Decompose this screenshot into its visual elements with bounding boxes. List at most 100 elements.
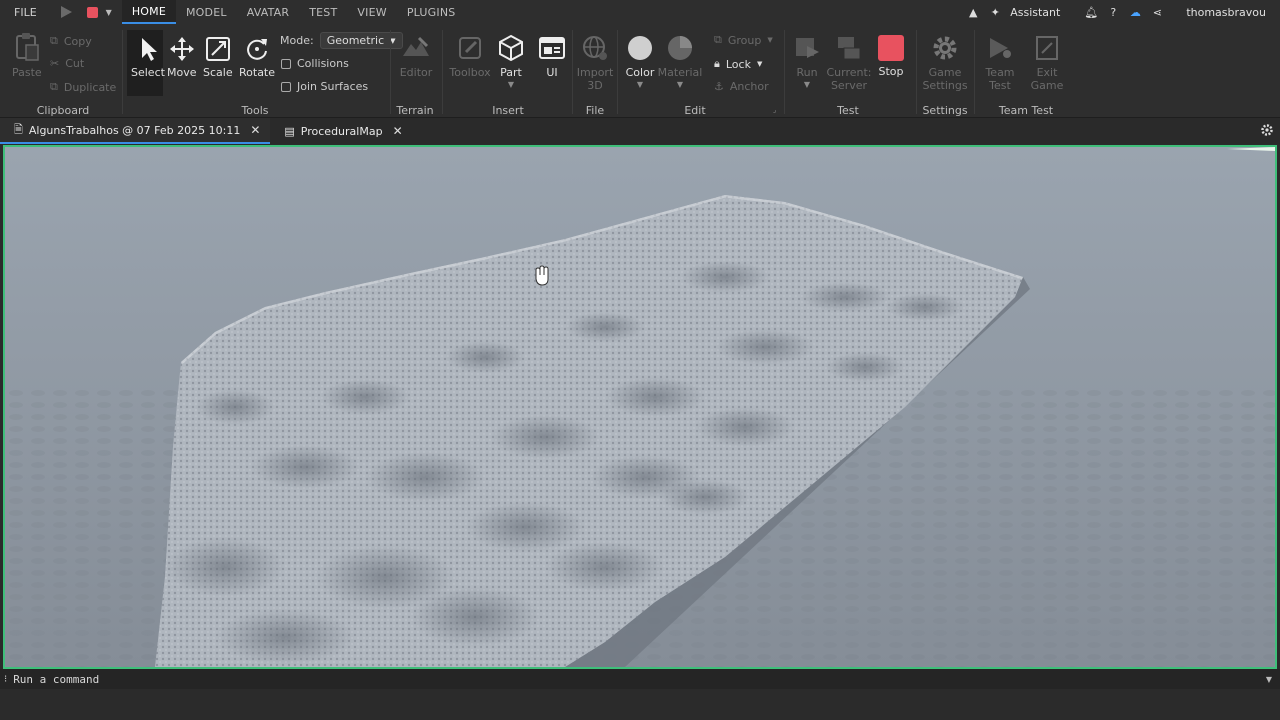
- copy-button[interactable]: ⧉ Copy: [50, 34, 92, 48]
- close-icon[interactable]: ✕: [393, 124, 403, 138]
- material-button[interactable]: Material ▼: [658, 34, 702, 89]
- part-button[interactable]: Part ▼: [496, 34, 526, 89]
- help-icon[interactable]: ?: [1106, 5, 1120, 19]
- settings-group-label: Settings: [922, 104, 968, 117]
- cloud-icon[interactable]: ☁: [1128, 5, 1142, 19]
- drag-handle-icon[interactable]: ⁝: [4, 674, 7, 685]
- assistant-button[interactable]: Assistant: [1010, 6, 1060, 19]
- import-label: Import: [576, 66, 614, 79]
- mode-row: Mode: Geometric ▼: [280, 32, 403, 49]
- ui-window-icon: [539, 37, 565, 59]
- stop-button[interactable]: Stop: [876, 34, 906, 78]
- notification-bell-icon[interactable]: 🔔︎: [1084, 5, 1098, 19]
- divider: [916, 30, 917, 114]
- chevron-down-icon: ▼: [756, 60, 763, 68]
- tab-home[interactable]: HOME: [121, 0, 176, 24]
- scale-tool-button[interactable]: Scale: [203, 36, 233, 79]
- command-bar[interactable]: ⁝ Run a command ▼: [0, 669, 1280, 689]
- gear-icon: [933, 36, 957, 60]
- game-exit-label: Game: [1030, 79, 1064, 92]
- doc-tab-label: AlgunsTrabalhos @ 07 Feb 2025 10:11: [28, 123, 241, 137]
- play-icon[interactable]: [59, 5, 73, 19]
- scale-label: Scale: [203, 66, 233, 79]
- import-3d-button[interactable]: Import 3D: [577, 34, 613, 92]
- chevron-down-icon[interactable]: ▼: [677, 80, 683, 89]
- chevron-down-icon[interactable]: ▼: [804, 80, 810, 89]
- stop-icon[interactable]: [86, 6, 98, 18]
- doc-tab-script[interactable]: ▤ ProceduralMap ✕: [270, 118, 412, 144]
- chevron-down-icon[interactable]: ▼: [106, 8, 112, 17]
- group-button[interactable]: ⧉ Group ▼: [714, 33, 773, 47]
- team-label: Team: [985, 66, 1015, 79]
- color-label: Color: [625, 66, 655, 79]
- close-icon[interactable]: ✕: [250, 123, 260, 137]
- rotate-icon: [247, 39, 267, 60]
- current-server-button[interactable]: Current: Server: [826, 34, 872, 92]
- move-tool-button[interactable]: Move: [167, 36, 197, 79]
- color-button[interactable]: Color ▼: [624, 34, 656, 89]
- lock-icon: 🔒︎: [714, 57, 720, 70]
- globe-import-icon: [583, 36, 607, 60]
- tab-plugins[interactable]: PLUGINS: [397, 0, 466, 24]
- game-settings-button[interactable]: Game Settings: [922, 34, 968, 92]
- sparkle-icon[interactable]: ✦: [988, 5, 1002, 19]
- stop-label: Stop: [878, 65, 904, 78]
- ribbon-toolbar: Paste ⧉ Copy ✂ Cut ⧉ Duplicate Clipboard Se…: [0, 24, 1280, 118]
- tab-model[interactable]: MODEL: [176, 0, 237, 24]
- clipboard-group-label: Clipboard: [36, 104, 90, 117]
- file-menu[interactable]: FILE: [0, 6, 51, 19]
- share-icon[interactable]: ⋖: [1150, 5, 1164, 19]
- tab-avatar[interactable]: AVATAR: [237, 0, 300, 24]
- chevron-up-icon[interactable]: ▲: [966, 5, 980, 19]
- divider: [442, 30, 443, 114]
- editor-label: Editor: [399, 66, 433, 79]
- document-tabs: 🗎︎ AlgunsTrabalhos @ 07 Feb 2025 10:11 ✕…: [0, 118, 1280, 144]
- terrain-group-label: Terrain: [396, 104, 434, 117]
- anchor-button[interactable]: ⚓︎ Anchor: [714, 80, 769, 93]
- chevron-down-icon[interactable]: ▼: [1266, 675, 1272, 684]
- tools-group-label: Tools: [241, 104, 269, 117]
- command-input[interactable]: Run a command: [13, 673, 99, 686]
- gear-icon[interactable]: [1260, 123, 1274, 137]
- import-3d-sub-label: 3D: [587, 79, 603, 92]
- duplicate-button[interactable]: ⧉ Duplicate: [50, 80, 116, 94]
- lock-button[interactable]: 🔒︎ Lock ▼: [714, 57, 762, 71]
- chevron-down-icon[interactable]: ▼: [508, 80, 514, 89]
- copy-label: Copy: [63, 34, 92, 48]
- collisions-toggle[interactable]: Collisions: [281, 57, 349, 70]
- divider: [572, 30, 573, 114]
- chevron-down-icon[interactable]: ▼: [637, 80, 643, 89]
- tab-test[interactable]: TEST: [299, 0, 347, 24]
- cut-button[interactable]: ✂ Cut: [50, 57, 84, 70]
- script-icon: ▤: [284, 124, 295, 138]
- paste-button[interactable]: Paste: [12, 32, 42, 79]
- ui-button[interactable]: UI: [538, 34, 566, 79]
- tab-view[interactable]: VIEW: [347, 0, 396, 24]
- part-cube-icon: [499, 34, 523, 62]
- material-label: Material: [657, 66, 703, 79]
- duplicate-label: Duplicate: [63, 80, 117, 94]
- username[interactable]: thomasbravou: [1186, 6, 1266, 19]
- select-tool-button[interactable]: Select: [131, 36, 165, 79]
- join-surfaces-toggle[interactable]: Join Surfaces: [281, 80, 368, 93]
- terrain-editor-button[interactable]: Editor: [398, 34, 434, 79]
- expand-corner-icon[interactable]: ⌟: [773, 106, 776, 114]
- move-label: Move: [167, 66, 197, 79]
- 3d-viewport[interactable]: [3, 145, 1277, 669]
- test-label: Test: [989, 79, 1011, 92]
- checkbox-icon[interactable]: [281, 81, 291, 92]
- checkbox-icon[interactable]: [281, 58, 291, 69]
- file-group-label: File: [585, 104, 605, 117]
- toolbox-button[interactable]: Toolbox: [449, 34, 491, 79]
- settings-label: Settings: [922, 79, 968, 92]
- group-icon: ⧉: [714, 33, 722, 46]
- cut-icon: ✂: [50, 57, 60, 70]
- exit-game-button[interactable]: Exit Game: [1028, 34, 1066, 92]
- run-button[interactable]: Run ▼: [790, 34, 824, 89]
- team-test-button[interactable]: Team Test: [980, 34, 1020, 92]
- toolbox-label: Toolbox: [449, 66, 491, 79]
- rotate-tool-button[interactable]: Rotate: [239, 36, 275, 79]
- team-test-group-label: Team Test: [998, 104, 1054, 117]
- doc-tab-place[interactable]: 🗎︎ AlgunsTrabalhos @ 07 Feb 2025 10:11 ✕: [0, 118, 271, 144]
- material-sphere-icon: [668, 36, 692, 60]
